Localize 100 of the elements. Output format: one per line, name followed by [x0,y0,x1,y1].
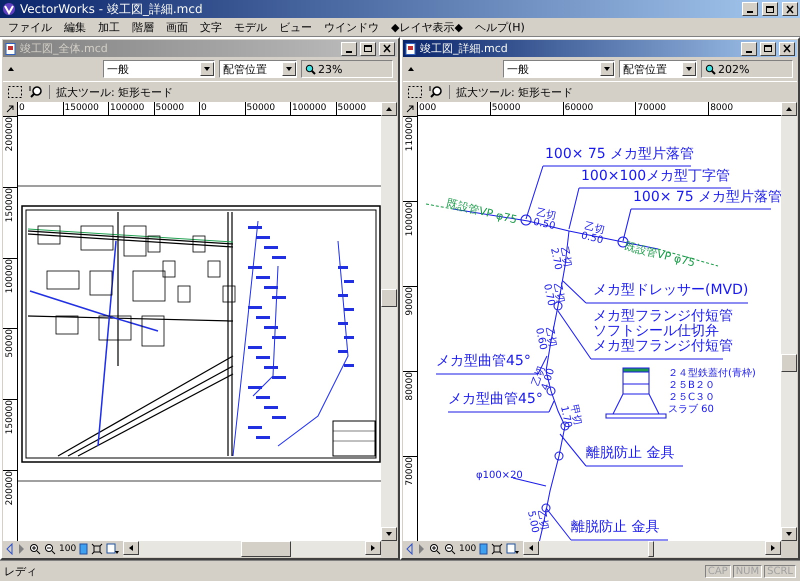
length-label: 0.60 [533,327,548,351]
scroll-down-button[interactable] [381,527,397,541]
zoom-in-icon[interactable] [429,543,441,555]
menu-item[interactable]: モデル [228,18,273,36]
scroll-thumb[interactable] [381,288,397,307]
scale-button[interactable]: 100 [59,544,76,554]
maximize-button[interactable] [762,2,778,16]
scroll-up-button[interactable] [781,102,797,116]
callout-label: 100× 75 メカ型片落管 [633,190,781,205]
marquee-tool-icon[interactable] [407,85,423,99]
zoom-out-icon[interactable] [444,543,456,555]
close-button[interactable] [782,2,798,16]
menu-item[interactable]: ヘルプ(H) [468,18,531,36]
collapse-icon[interactable] [7,65,15,73]
window-title: 竣工図_詳細.mcd [420,41,509,56]
minimize-icon [747,11,753,13]
zoom-out-icon[interactable] [44,543,56,555]
scroll-down-button[interactable] [781,527,797,541]
scroll-right-button[interactable] [365,541,381,555]
minimize-button[interactable] [741,42,757,56]
caret-icon [8,67,14,71]
ruler-label: 150000 [62,102,108,115]
search-icon [705,64,716,74]
ruler-label: 100000 [290,102,336,115]
scroll-left-button[interactable] [523,541,540,555]
scroll-up-button[interactable] [381,102,397,116]
maximize-button[interactable] [360,42,376,56]
menu-item[interactable]: 画面 [160,18,194,36]
minimize-icon [746,50,752,52]
ruler-label: 000 [417,102,490,115]
caret-icon [371,545,375,551]
menu-item[interactable]: ウインドウ [318,18,385,36]
class-dropdown[interactable]: 配管位置 [619,60,697,78]
maximize-button[interactable] [760,42,776,56]
caret-icon [686,67,692,71]
ruler-label: 50000 [154,102,199,115]
window-titlebar[interactable]: 竣工図_詳細.mcd [403,40,797,57]
scale-button[interactable]: 100 [459,544,476,554]
close-button[interactable] [379,42,395,56]
close-icon [782,44,792,53]
scroll-thumb[interactable] [648,541,654,557]
app-logo-icon [2,2,16,16]
page-icon[interactable] [79,543,88,555]
callout-label: メカ型曲管45° [448,392,543,407]
menu-item[interactable]: ビュー [273,18,318,36]
ruler-label: 100000 [405,202,415,236]
close-icon [382,44,392,53]
search-icon [305,64,316,74]
minimize-button[interactable] [341,42,357,56]
menu-item[interactable]: ファイル [2,18,58,36]
zoom-tool-icon[interactable] [29,85,43,99]
drawing-canvas[interactable] [418,116,781,541]
view-menu-icon[interactable] [506,543,520,555]
length-label: 0.70 [541,283,556,307]
class-dropdown[interactable]: 配管位置 [219,60,297,78]
manhole-drawing [606,368,666,418]
zoom-field[interactable]: 23% [301,60,393,78]
scroll-right-button[interactable] [765,541,781,555]
ruler-label: 200000 [5,471,15,506]
scroll-left-button[interactable] [123,541,140,555]
tool-mode-label: 拡大ツール: 矩形モード [56,84,174,100]
scroll-thumb[interactable] [240,541,291,557]
ruler-label: 0 [199,102,244,115]
previous-icon[interactable] [405,543,414,555]
origin-arrow-icon[interactable] [6,105,14,113]
marquee-tool-icon[interactable] [7,85,23,99]
caret-icon [771,545,775,551]
ruler-label: 150000 [5,400,15,435]
origin-arrow-icon[interactable] [406,105,414,113]
menu-item[interactable]: 階層 [126,18,160,36]
scroll-thumb[interactable] [781,354,797,372]
drawing-canvas[interactable] [18,116,381,541]
manhole-note: スラブ 60 [668,402,714,416]
fit-view-icon[interactable] [491,543,504,555]
menu-item[interactable]: 加工 [92,18,126,36]
ruler-label: 100000 [5,258,15,294]
menu-item[interactable]: ◆レイヤ表示◆ [385,18,469,36]
app-title: VectorWorks - 竣工図_詳細.mcd [20,0,204,18]
zoom-in-icon[interactable] [29,543,41,555]
leader-line [568,188,580,230]
manhole-note: ２５B２０ [668,379,715,392]
callout-label: メカ型フランジ付短管 [593,309,733,324]
layer-dropdown[interactable]: 一般 [503,60,615,78]
leader-line [560,434,586,466]
close-button[interactable] [779,42,795,56]
previous-icon[interactable] [5,543,14,555]
page-icon[interactable] [479,543,488,555]
callout-label: 離脱防止 金具 [586,446,674,461]
menu-item[interactable]: 文字 [194,18,228,36]
zoom-field[interactable]: 202% [701,60,793,78]
zoom-tool-icon[interactable] [429,85,443,99]
ruler-label: 70000 [635,102,708,115]
collapse-icon[interactable] [407,65,415,73]
length-label: 5.00 [525,510,540,534]
fit-view-icon[interactable] [91,543,104,555]
layer-dropdown[interactable]: 一般 [103,60,215,78]
view-menu-icon[interactable] [106,543,120,555]
menu-item[interactable]: 編集 [58,18,92,36]
minimize-button[interactable] [742,2,758,16]
minimize-icon [346,50,352,52]
